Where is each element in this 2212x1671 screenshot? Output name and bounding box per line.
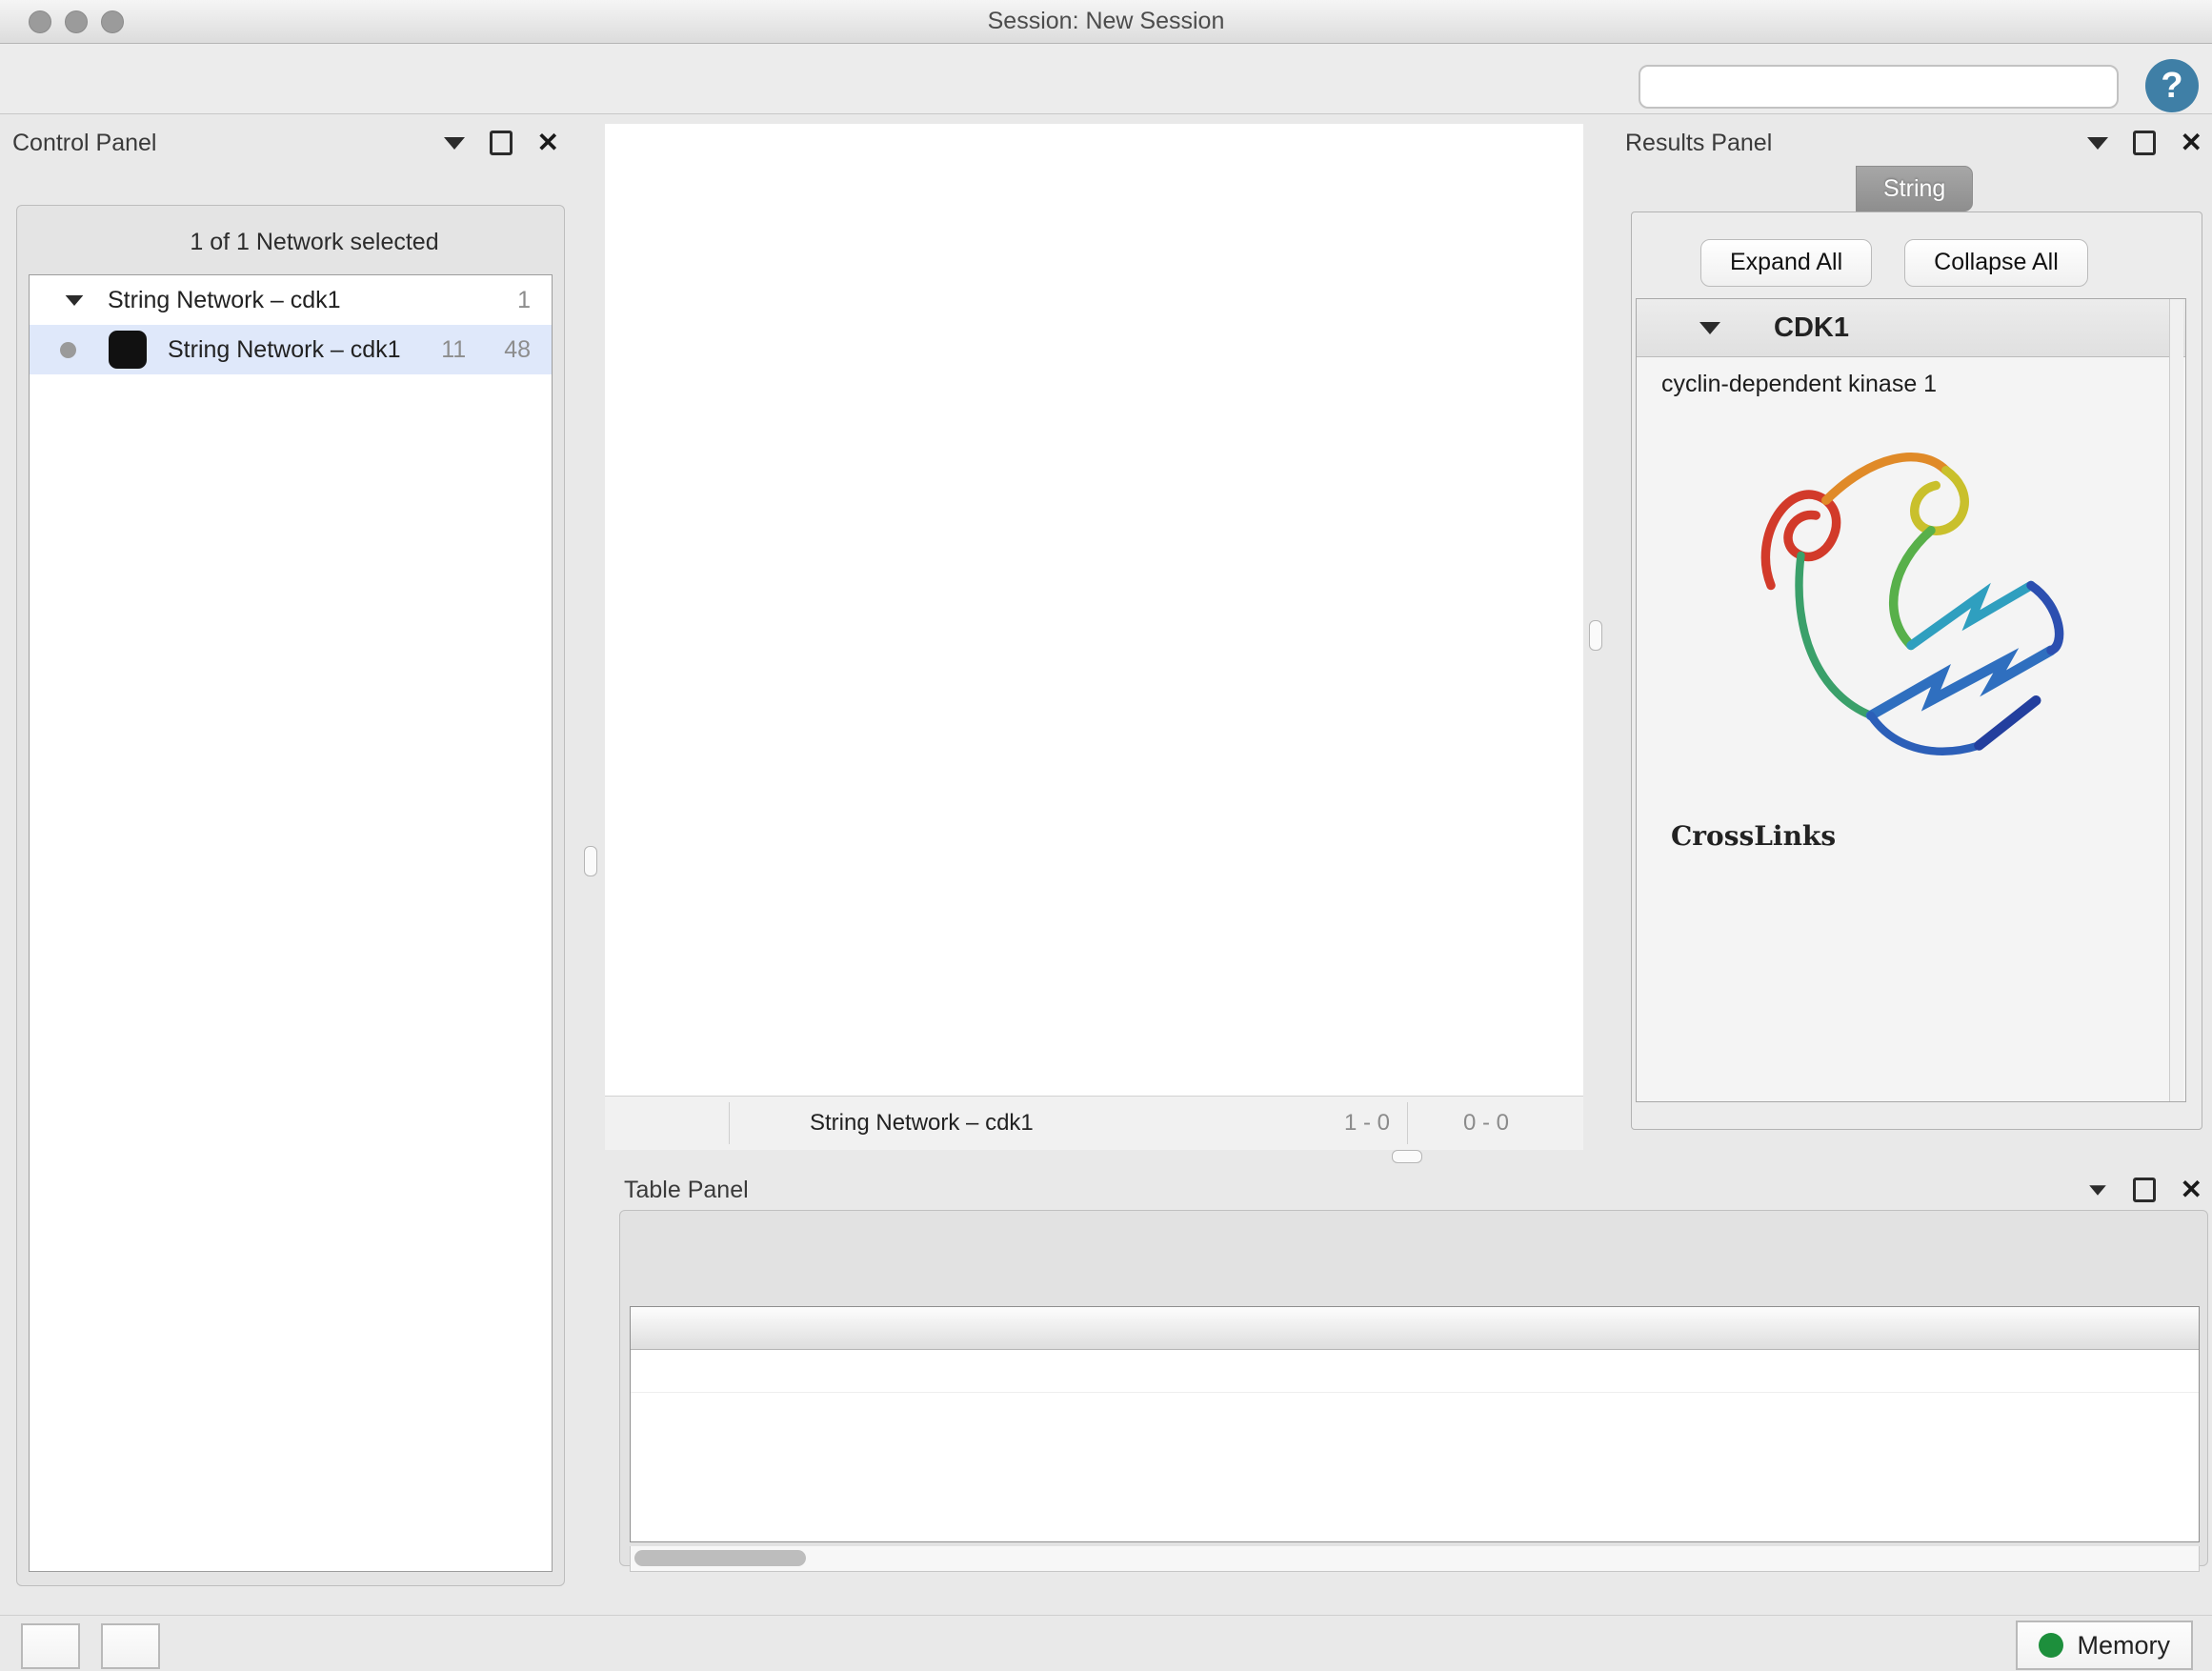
float-panel-icon[interactable] [2133, 131, 2156, 155]
status-bar: Memory [0, 1615, 2212, 1671]
search-box[interactable] [1639, 65, 2119, 109]
help-button[interactable]: ? [2145, 59, 2199, 112]
results-panel-title: Results Panel [1625, 130, 1772, 157]
network-collection-row[interactable]: String Network – cdk1 1 [30, 275, 552, 325]
detach-view-icon[interactable] [745, 1102, 787, 1144]
birdseye-view-icon[interactable] [618, 1102, 660, 1144]
scrollbar-thumb[interactable] [634, 1550, 806, 1566]
warnings-button[interactable] [101, 1623, 160, 1669]
gene-description: cyclin-dependent kinase 1 [1637, 357, 2185, 398]
crosslinks-block: CrossLinks [1637, 820, 2185, 852]
network-view-title: String Network – cdk1 [810, 1110, 1034, 1137]
close-panel-icon[interactable]: ✕ [2181, 133, 2202, 152]
protein-structure-image [1637, 415, 2185, 820]
network-tree: String Network – cdk1 1 String Network –… [29, 274, 553, 1572]
table-panel-title: Table Panel [624, 1177, 749, 1204]
panel-divider-handle[interactable] [584, 846, 597, 876]
string-results-content: Expand All Collapse All CDK1 cyclin-depe… [1631, 211, 2202, 1130]
network-graph [605, 124, 1583, 1096]
title-bar: Session: New Session [0, 0, 2212, 44]
close-panel-icon[interactable]: ✕ [2181, 1180, 2202, 1199]
network-share-icon [672, 1102, 714, 1144]
control-panel: Control Panel ✕ 1 of 1 Network selected … [12, 124, 567, 1586]
network-list-toolbar: 1 of 1 Network selected [30, 219, 551, 265]
network-type-icon [109, 331, 147, 369]
network-status-dot [60, 342, 76, 358]
cloud-icon [34, 1630, 67, 1662]
attribute-table[interactable] [630, 1306, 2200, 1542]
crosslinks-title: CrossLinks [1671, 820, 2185, 852]
close-panel-icon[interactable]: ✕ [537, 133, 559, 152]
table-panel: Table Panel ✕ [614, 1174, 2212, 1614]
collapse-all-button[interactable]: Collapse All [1904, 239, 2088, 287]
network-view-toolbar: String Network – cdk1 1 - 0 0 - 0 [605, 1096, 1583, 1150]
panel-menu-icon[interactable] [2087, 137, 2108, 150]
memory-status-dot [2039, 1633, 2063, 1658]
tab-string[interactable]: String [1856, 166, 1973, 211]
hidden-eye-icon[interactable] [1416, 1102, 1458, 1144]
window-title: Session: New Session [0, 0, 2212, 43]
memory-label: Memory [2077, 1631, 2170, 1661]
float-panel-icon[interactable] [2133, 1178, 2156, 1202]
selected-checkbox-icon[interactable] [1297, 1102, 1338, 1144]
network-tab-content: 1 of 1 Network selected String Network –… [16, 205, 565, 1586]
hidden-counts: 0 - 0 [1463, 1110, 1509, 1137]
gene-section-header[interactable]: CDK1 [1637, 299, 2185, 357]
network-row[interactable]: String Network – cdk1 11 48 [30, 325, 552, 374]
memory-button[interactable]: Memory [2016, 1621, 2193, 1670]
panel-menu-icon[interactable] [2089, 1185, 2106, 1195]
float-panel-icon[interactable] [490, 131, 513, 155]
cloud-status-button[interactable] [21, 1623, 80, 1669]
expand-all-networks-icon[interactable] [82, 223, 120, 261]
search-input[interactable] [1659, 72, 2117, 101]
network-edge-count: 48 [504, 336, 531, 364]
network-label: String Network – cdk1 [168, 336, 441, 364]
panel-divider-handle[interactable] [1589, 620, 1602, 651]
panel-divider-handle[interactable] [1392, 1150, 1422, 1163]
selected-counts: 1 - 0 [1344, 1110, 1390, 1137]
network-options-gear-icon[interactable] [509, 221, 551, 263]
collapse-all-networks-icon[interactable] [30, 223, 69, 261]
results-panel: Results Panel ✕ String Expand All Collap… [1619, 124, 2212, 1134]
node-table-content [619, 1210, 2208, 1566]
panel-menu-icon[interactable] [444, 137, 465, 150]
collection-expander-icon[interactable] [66, 294, 84, 305]
gene-name: CDK1 [1774, 312, 1849, 344]
table-header-row [631, 1307, 2199, 1350]
network-selection-status: 1 of 1 Network selected [120, 229, 509, 256]
table-horizontal-scrollbar[interactable] [630, 1546, 2200, 1572]
gene-section: CDK1 cyclin-dependent kinase 1 [1636, 298, 2186, 1102]
section-expander-icon[interactable] [1699, 322, 1720, 334]
network-node-count: 11 [441, 336, 466, 364]
cytoscape-window: Session: New Session ? Control Panel ✕ 1… [0, 0, 2212, 1671]
network-canvas[interactable] [605, 124, 1583, 1096]
fit-selection-crosshair-icon[interactable] [1528, 1102, 1570, 1144]
collection-count: 1 [517, 287, 531, 314]
warning-icon [114, 1630, 147, 1662]
collection-label: String Network – cdk1 [108, 287, 517, 314]
control-panel-title: Control Panel [12, 130, 156, 157]
table-row[interactable] [631, 1350, 2199, 1393]
expand-all-button[interactable]: Expand All [1700, 239, 1872, 287]
results-scrollbar[interactable] [2169, 299, 2183, 1101]
